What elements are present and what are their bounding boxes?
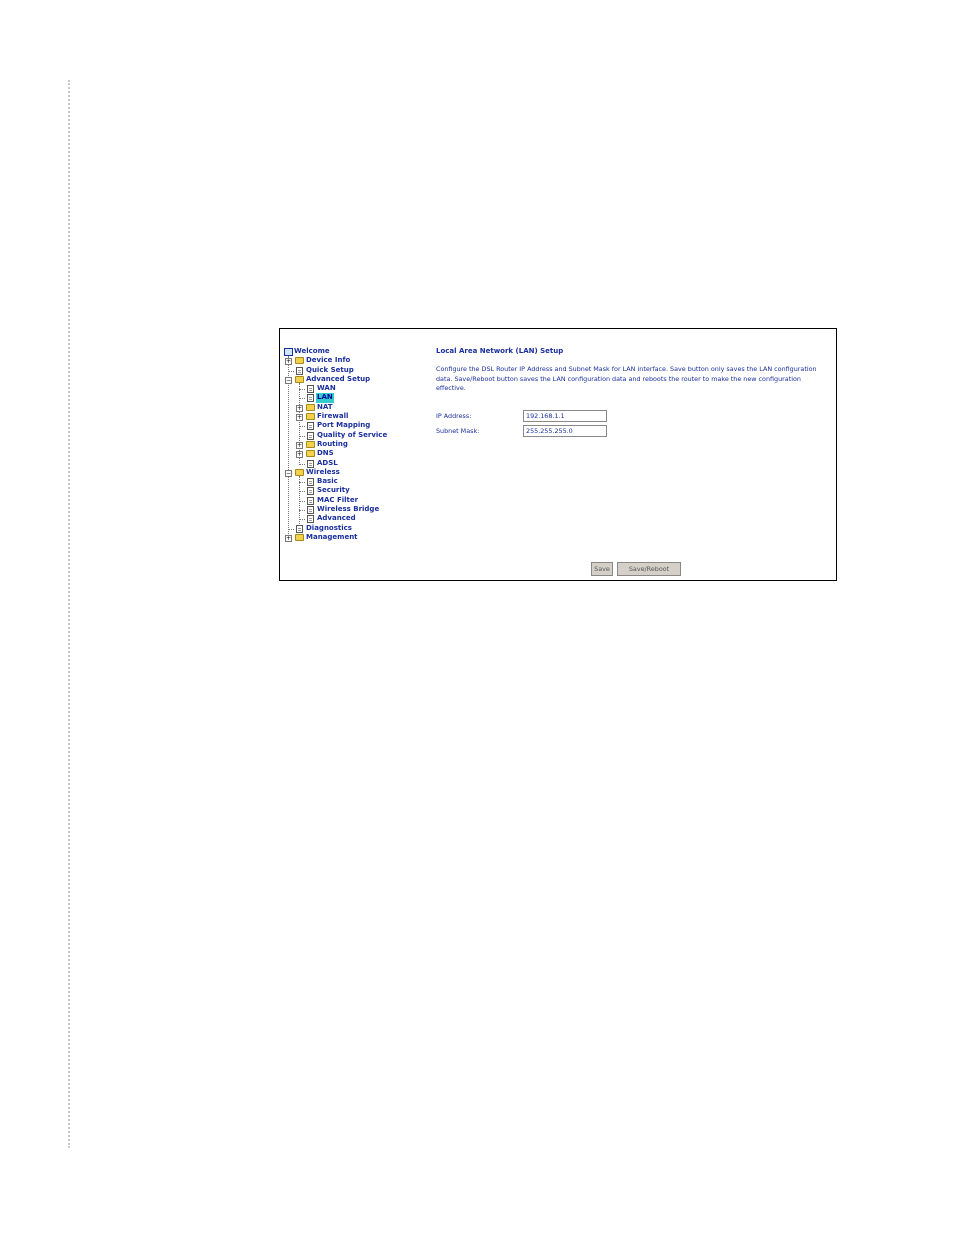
nav-item-mac-filter[interactable]: MAC Filter	[284, 496, 434, 505]
main-content: Local Area Network (LAN) Setup Configure…	[436, 347, 826, 437]
open-folder-icon	[295, 375, 304, 383]
ip-address-row: IP Address:	[436, 410, 636, 422]
nav-label-wireless-bridge[interactable]: Wireless Bridge	[317, 505, 379, 514]
nav-label-management[interactable]: Management	[306, 533, 358, 542]
nav-item-welcome[interactable]: Welcome	[284, 347, 434, 356]
nav-item-diagnostics[interactable]: Diagnostics	[284, 524, 434, 533]
nav-label-wan[interactable]: WAN	[317, 384, 336, 393]
page-icon	[307, 487, 314, 496]
nav-item-advanced-setup[interactable]: − Advanced Setup	[284, 375, 434, 384]
expand-icon[interactable]: +	[285, 358, 292, 366]
nav-label-nat[interactable]: NAT	[317, 403, 333, 412]
collapse-icon[interactable]: −	[285, 469, 292, 477]
page-icon	[307, 422, 314, 431]
nav-label-security[interactable]: Security	[317, 486, 350, 495]
router-config-frame: Welcome + Device Info Quick Setup − Adva…	[279, 328, 837, 581]
nav-item-nat[interactable]: + NAT	[284, 403, 434, 412]
tree-line	[299, 435, 305, 437]
expand-icon[interactable]: +	[296, 451, 303, 459]
tree-line	[299, 491, 305, 493]
page-title: Local Area Network (LAN) Setup	[436, 347, 564, 355]
nav-item-wan[interactable]: WAN	[284, 384, 434, 394]
expand-icon[interactable]: +	[296, 404, 303, 412]
page-margin-rule	[68, 80, 72, 1148]
tree-line	[299, 519, 305, 521]
save-reboot-button[interactable]: Save/Reboot	[617, 562, 681, 576]
open-folder-icon	[295, 468, 304, 476]
nav-label-wireless[interactable]: Wireless	[306, 468, 340, 477]
nav-label-dns[interactable]: DNS	[317, 449, 334, 458]
page-icon	[307, 431, 314, 440]
save-button[interactable]: Save	[591, 562, 613, 576]
page-description: Configure the DSL Router IP Address and …	[436, 365, 817, 392]
nav-label-lan-selected[interactable]: LAN	[316, 393, 334, 403]
page-icon	[307, 506, 314, 515]
tree-line	[299, 510, 305, 512]
nav-label-advanced-setup[interactable]: Advanced Setup	[306, 375, 370, 384]
nav-item-device-info[interactable]: + Device Info	[284, 356, 434, 366]
nav-item-advanced[interactable]: Advanced	[284, 514, 434, 524]
subnet-mask-input[interactable]	[523, 425, 607, 437]
nav-label-device-info[interactable]: Device Info	[306, 356, 350, 365]
nav-item-port-mapping[interactable]: Port Mapping	[284, 421, 434, 431]
tree-line	[299, 398, 305, 400]
page-icon	[307, 496, 314, 505]
nav-item-wireless[interactable]: − Wireless	[284, 468, 434, 477]
page-icon	[307, 459, 314, 468]
tree-line	[288, 528, 294, 530]
tree-line	[288, 370, 294, 372]
nav-item-management[interactable]: + Management	[284, 533, 434, 542]
folder-icon	[306, 403, 315, 411]
expand-icon[interactable]: +	[285, 534, 292, 542]
tree-line	[299, 426, 305, 428]
expand-icon[interactable]: +	[296, 414, 303, 422]
nav-item-qos[interactable]: Quality of Service	[284, 431, 434, 440]
nav-label-port-mapping[interactable]: Port Mapping	[317, 421, 370, 430]
expand-icon[interactable]: +	[296, 441, 303, 449]
subnet-mask-label: Subnet Mask:	[436, 427, 480, 435]
nav-item-adsl[interactable]: ADSL	[284, 459, 434, 468]
page-icon	[296, 524, 303, 533]
tree-line	[299, 482, 305, 484]
ip-address-input[interactable]	[523, 410, 607, 422]
nav-label-welcome[interactable]: Welcome	[294, 347, 330, 356]
page-icon	[307, 515, 314, 524]
folder-icon	[306, 440, 315, 448]
nav-label-basic[interactable]: Basic	[317, 477, 338, 486]
nav-label-routing[interactable]: Routing	[317, 440, 348, 449]
nav-item-dns[interactable]: + DNS	[284, 449, 434, 459]
subnet-mask-row: Subnet Mask:	[436, 425, 636, 437]
folder-icon	[295, 533, 304, 541]
nav-label-advanced[interactable]: Advanced	[317, 514, 356, 523]
ip-address-label: IP Address:	[436, 412, 472, 420]
folder-icon	[295, 357, 304, 365]
page-icon	[307, 394, 314, 403]
tree-line	[299, 463, 305, 465]
page-icon	[307, 385, 314, 394]
nav-item-firewall[interactable]: + Firewall	[284, 412, 434, 422]
nav-label-adsl[interactable]: ADSL	[317, 459, 338, 468]
nav-label-quick-setup[interactable]: Quick Setup	[306, 366, 354, 375]
nav-tree: Welcome + Device Info Quick Setup − Adva…	[284, 347, 434, 542]
nav-label-firewall[interactable]: Firewall	[317, 412, 348, 421]
collapse-icon[interactable]: −	[285, 376, 292, 384]
page-icon	[307, 478, 314, 487]
nav-label-diagnostics[interactable]: Diagnostics	[306, 524, 352, 533]
nav-label-mac-filter[interactable]: MAC Filter	[317, 496, 358, 505]
nav-item-basic[interactable]: Basic	[284, 477, 434, 487]
page-icon	[296, 366, 303, 375]
computer-icon	[284, 348, 293, 356]
nav-item-wireless-bridge[interactable]: Wireless Bridge	[284, 505, 434, 515]
nav-item-quick-setup[interactable]: Quick Setup	[284, 366, 434, 375]
folder-icon	[306, 413, 315, 421]
folder-icon	[306, 450, 315, 458]
nav-item-security[interactable]: Security	[284, 486, 434, 496]
nav-item-routing[interactable]: + Routing	[284, 440, 434, 449]
nav-label-qos[interactable]: Quality of Service	[317, 431, 387, 440]
tree-line	[299, 389, 305, 391]
nav-item-lan[interactable]: LAN	[284, 393, 434, 403]
tree-line	[299, 500, 305, 502]
